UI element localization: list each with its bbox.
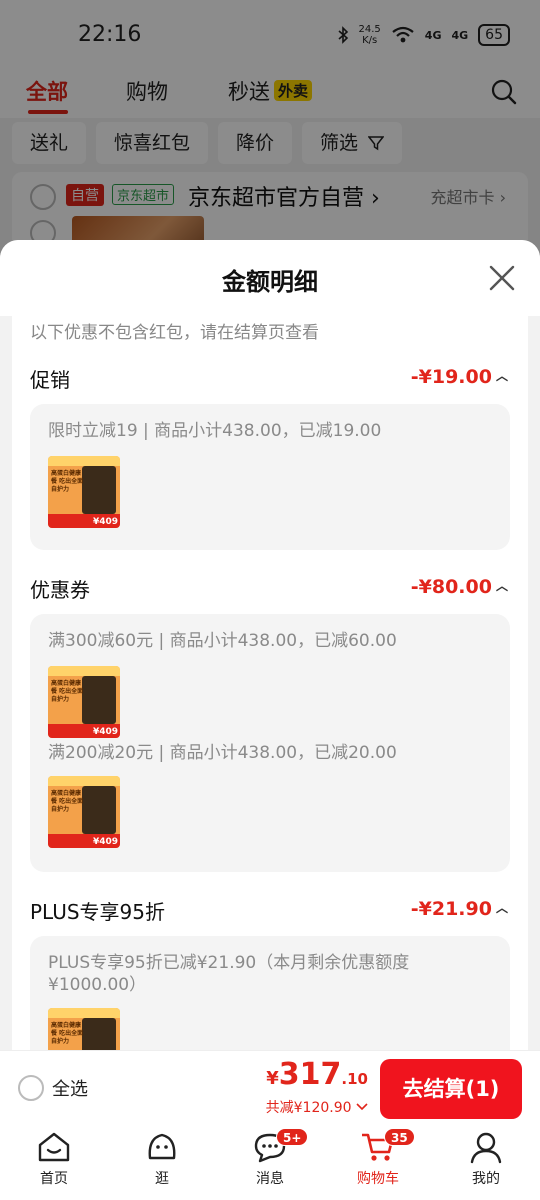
thumb-top-strip — [48, 456, 120, 466]
price-symbol: ¥ — [266, 1068, 279, 1089]
checkout-bar: 全选 ¥317.10 共减¥120.90 去结算(1) — [0, 1050, 540, 1124]
checkout-button[interactable]: 去结算(1) — [380, 1059, 522, 1119]
price-decimal: .10 — [341, 1070, 368, 1088]
thumb-headline: 高蛋白健康餐 吃出全面自护力 — [51, 790, 84, 813]
thumb-top-strip — [48, 1008, 120, 1018]
nav-browse-label: 逛 — [155, 1171, 169, 1187]
section-promotion-amount[interactable]: -¥19.00 ︿ — [411, 366, 508, 388]
coupon-detail-box: 满300减60元 | 商品小计438.00，已减60.00 高蛋白健康餐 吃出全… — [30, 614, 510, 872]
chevron-down-icon — [356, 1103, 368, 1111]
mascot-icon — [148, 1133, 176, 1160]
coupon-amount-value: -¥80.00 — [410, 576, 492, 598]
promotion-detail-line: 限时立减19 | 商品小计438.00，已减19.00 — [48, 421, 382, 441]
thumb-top-strip — [48, 776, 120, 786]
plus-detail-box: PLUS专享95折已减¥21.90（本月剩余优惠额度¥1000.00） 高蛋白健… — [30, 936, 510, 1056]
section-plus-amount[interactable]: -¥21.90 ︿ — [411, 898, 508, 920]
nav-cart-label: 购物车 — [357, 1171, 399, 1187]
nav-browse[interactable]: 逛 — [122, 1130, 202, 1188]
coupon-detail-line-1: 满300减60元 | 商品小计438.00，已减60.00 — [48, 631, 397, 651]
select-all-label[interactable]: 全选 — [52, 1075, 88, 1101]
coupon-detail-line-2: 满200减20元 | 商品小计438.00，已减20.00 — [48, 743, 397, 763]
nav-profile-label: 我的 — [472, 1171, 500, 1187]
product-thumbnail: 高蛋白健康餐 吃出全面自护力 ¥409 — [48, 776, 120, 848]
nav-cart[interactable]: 购物车 35 — [338, 1128, 418, 1188]
total-discount-text: 共减¥120.90 — [265, 1100, 352, 1116]
thumb-headline: 高蛋白健康餐 吃出全面自护力 — [51, 1022, 84, 1045]
section-coupon-amount[interactable]: -¥80.00 ︿ — [411, 576, 508, 598]
section-promotion-title: 促销 — [30, 368, 70, 392]
sheet-header: 金额明细 — [0, 240, 540, 316]
thumb-product-bag — [82, 786, 116, 834]
promotion-detail-box: 限时立减19 | 商品小计438.00，已减19.00 高蛋白健康餐 吃出全面自… — [30, 404, 510, 550]
close-icon[interactable] — [488, 264, 516, 292]
home-icon — [38, 1132, 70, 1162]
chevron-up-icon: ︿ — [495, 579, 508, 593]
bottom-nav: 首页 逛 消息 5+ 购物车 35 我的 — [0, 1124, 540, 1200]
message-badge: 5+ — [276, 1128, 309, 1146]
thumb-price: ¥409 — [92, 517, 118, 527]
product-thumbnail: 高蛋白健康餐 吃出全面自护力 ¥409 — [48, 666, 120, 738]
thumb-price: ¥409 — [92, 727, 118, 737]
plus-detail-line: PLUS专享95折已减¥21.90（本月剩余优惠额度¥1000.00） — [48, 953, 410, 995]
sheet-title: 金额明细 — [222, 268, 318, 296]
thumb-headline: 高蛋白健康餐 吃出全面自护力 — [51, 470, 84, 493]
thumb-price: ¥409 — [92, 837, 118, 847]
nav-home[interactable]: 首页 — [14, 1130, 94, 1188]
sheet-body: 以下优惠不包含红包，请在结算页查看 促销 -¥19.00 ︿ 限时立减19 | 商… — [12, 316, 528, 1056]
promotion-amount-value: -¥19.00 — [410, 366, 492, 388]
thumb-product-bag — [82, 676, 116, 724]
price-integer: 317 — [278, 1057, 342, 1092]
select-all-radio[interactable] — [18, 1075, 44, 1101]
nav-profile[interactable]: 我的 — [446, 1130, 526, 1188]
profile-icon — [470, 1132, 502, 1164]
thumb-product-bag — [82, 466, 116, 514]
plus-amount-value: -¥21.90 — [410, 898, 492, 920]
chevron-up-icon: ︿ — [495, 901, 508, 915]
thumb-headline: 高蛋白健康餐 吃出全面自护力 — [51, 680, 84, 703]
section-plus-title: PLUS专享95折 — [30, 900, 165, 924]
section-coupon-title: 优惠券 — [30, 578, 90, 602]
total-discount[interactable]: 共减¥120.90 — [266, 1097, 368, 1117]
product-thumbnail: 高蛋白健康餐 吃出全面自护力 ¥409 — [48, 1008, 120, 1056]
nav-home-label: 首页 — [40, 1171, 68, 1187]
chevron-up-icon: ︿ — [495, 369, 508, 383]
nav-messages[interactable]: 消息 5+ — [230, 1128, 310, 1188]
product-thumbnail: 高蛋白健康餐 吃出全面自护力 ¥409 — [48, 456, 120, 528]
discount-notice: 以下优惠不包含红包，请在结算页查看 — [30, 323, 319, 343]
cart-badge: 35 — [384, 1128, 415, 1146]
nav-messages-label: 消息 — [256, 1171, 284, 1187]
thumb-top-strip — [48, 666, 120, 676]
total-price: ¥317.10 — [266, 1057, 368, 1092]
